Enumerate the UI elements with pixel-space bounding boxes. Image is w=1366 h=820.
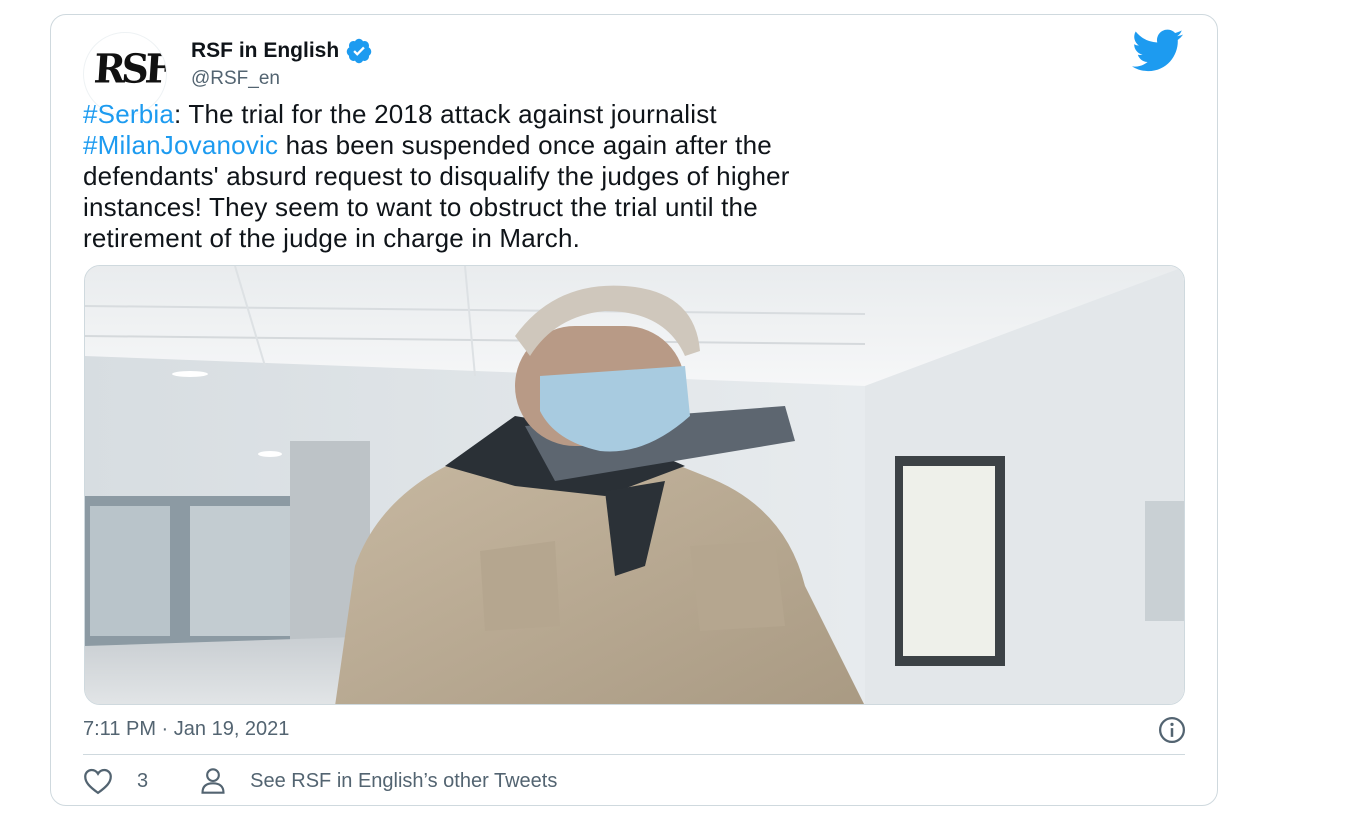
tweet-timestamp[interactable]: 7:11 PM · Jan 19, 2021	[83, 715, 289, 743]
tweet-photo[interactable]	[84, 265, 1185, 705]
hashtag-link[interactable]: #MilanJovanovic	[83, 130, 278, 160]
rsf-logo: RSF	[92, 44, 167, 93]
verified-badge-icon	[346, 38, 372, 64]
hashtag-link[interactable]: #Serbia	[83, 99, 174, 129]
author-name-row[interactable]: RSF in English	[191, 37, 373, 65]
like-count[interactable]: 3	[137, 770, 148, 793]
author-handle[interactable]: @RSF_en	[191, 67, 373, 91]
other-tweets-link[interactable]: See RSF in English’s other Tweets	[250, 770, 557, 793]
author-name[interactable]: RSF in English	[191, 39, 339, 63]
person-icon[interactable]	[200, 767, 226, 795]
tweet-text-segment: : The trial for the 2018 attack against …	[174, 99, 717, 129]
tweet-text: #Serbia: The trial for the 2018 attack a…	[83, 99, 1193, 254]
divider	[83, 754, 1185, 755]
tweet-actions: 3 See RSF in English’s other Tweets	[83, 765, 557, 797]
author-block[interactable]: RSF in English @RSF_en	[191, 37, 373, 91]
photo-illustration	[85, 266, 1184, 704]
heart-icon[interactable]	[83, 767, 113, 795]
twitter-bird-icon[interactable]	[1132, 29, 1184, 73]
tweet-card[interactable]: RSF RSF in English @RSF_en #Serbia: The …	[50, 14, 1218, 806]
info-icon[interactable]	[1157, 715, 1187, 745]
